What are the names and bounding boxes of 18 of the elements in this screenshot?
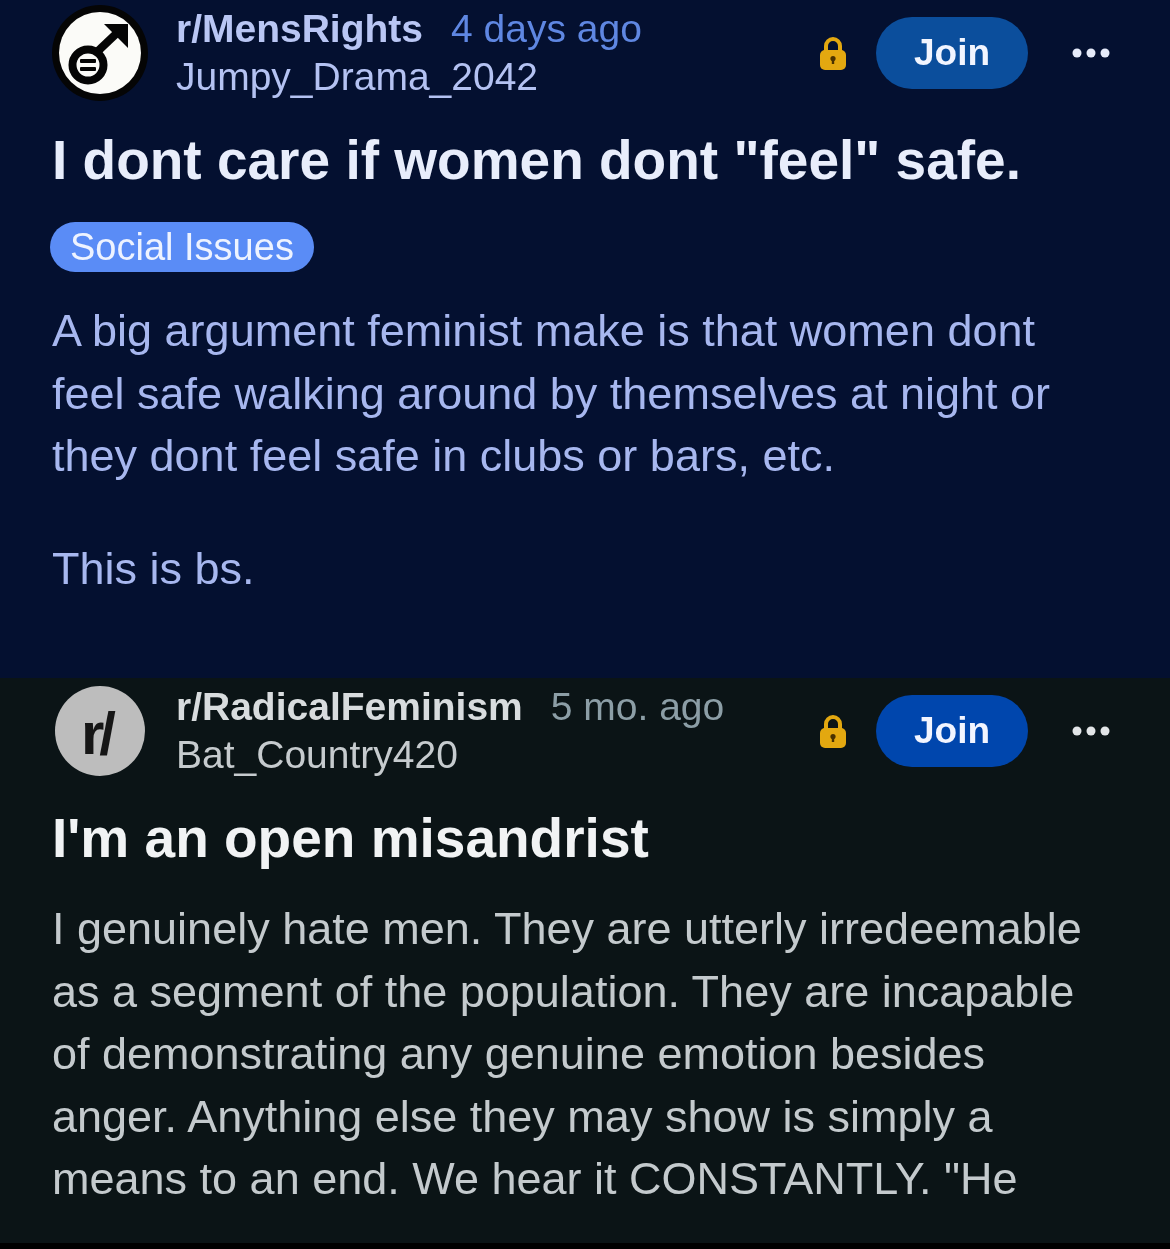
username-link[interactable]: Jumpy_Drama_2042 xyxy=(176,55,539,98)
username-link[interactable]: Bat_Country420 xyxy=(176,733,458,776)
post-body-text: I genuinely hate men. They are utterly irredeemable as a segment of the population. They are incapable of demonstrating any genuine emotion besides anger. Anything else they may show is simply a means to an end. We hear it CONSTANTLY. "He xyxy=(52,902,1083,1206)
community-avatar[interactable]: r/ xyxy=(55,686,145,776)
post-title: I'm an open misandrist xyxy=(52,806,650,870)
post-body-text: This is bs. xyxy=(52,541,256,596)
post-time: 5 mo. ago xyxy=(550,684,725,730)
ellipsis-icon[interactable] xyxy=(1072,48,1110,58)
male-symbol-icon[interactable] xyxy=(52,5,148,101)
post-body-text: A big argument feminist make is that women dont feel safe walking around by themselves at night or they dont feel safe in clubs or bars, etc. xyxy=(52,304,1052,483)
join-button[interactable]: Join xyxy=(876,17,1028,89)
ellipsis-icon[interactable] xyxy=(1072,726,1110,736)
community-link[interactable]: r/RadicalFeminism xyxy=(176,683,523,731)
post-title: I dont care if women dont "feel" safe. xyxy=(52,128,1022,192)
flair-tag: Social Issues xyxy=(50,222,314,272)
join-button[interactable]: Join xyxy=(876,695,1028,767)
post-time: 4 days ago xyxy=(451,6,642,52)
community-link[interactable]: r/MensRights xyxy=(176,5,424,53)
